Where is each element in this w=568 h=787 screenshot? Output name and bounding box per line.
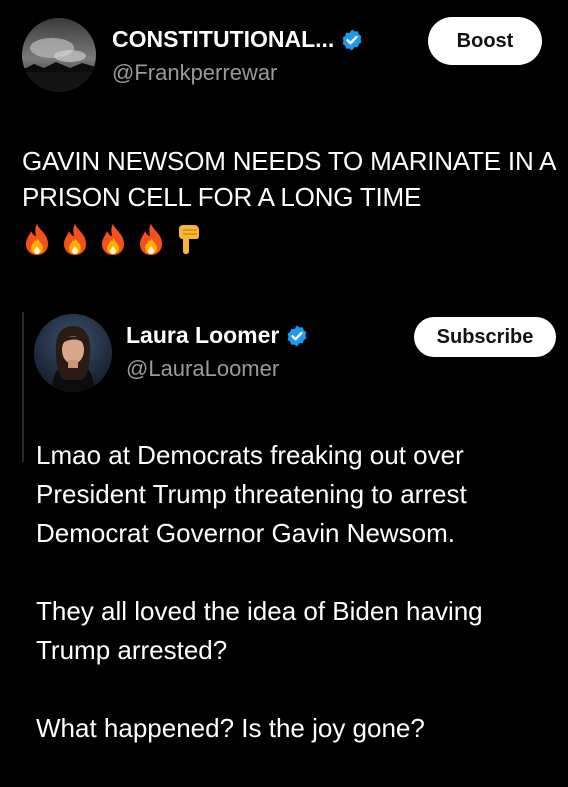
author-name-row: CONSTITUTIONAL...: [112, 26, 364, 53]
subscribe-button[interactable]: Subscribe: [414, 317, 556, 357]
quoted-author-display-name[interactable]: Laura Loomer: [126, 322, 279, 349]
quoted-author-name-row: Laura Loomer: [126, 322, 309, 349]
verified-badge-icon: [285, 324, 309, 348]
author-display-name[interactable]: CONSTITUTIONAL...: [112, 26, 334, 53]
author-handle[interactable]: @Frankperrewar: [112, 60, 277, 86]
quoted-post-text: Lmao at Democrats freaking out over Pres…: [36, 436, 561, 787]
post-text: GAVIN NEWSOM NEEDS TO MARINATE IN A PRIS…: [22, 146, 555, 212]
quoted-author-handle[interactable]: @LauraLoomer: [126, 356, 279, 382]
emoji-row: [22, 222, 204, 256]
pointing-down-icon: [174, 222, 204, 256]
post-card: CONSTITUTIONAL... @Frankperrewar Boost G…: [0, 0, 568, 778]
author-avatar[interactable]: [22, 18, 96, 92]
fire-icon: [60, 222, 90, 256]
quoted-post-paragraph: Lmao at Democrats freaking out over Pres…: [36, 440, 467, 548]
fire-icon: [98, 222, 128, 256]
boost-button[interactable]: Boost: [428, 17, 542, 65]
quoted-post-paragraph: They all loved the idea of Biden having …: [36, 596, 483, 665]
fire-icon: [22, 222, 52, 256]
quoted-author-avatar[interactable]: [34, 314, 112, 392]
quote-divider: [22, 312, 24, 462]
fire-icon: [136, 222, 166, 256]
verified-badge-icon: [340, 28, 364, 52]
quoted-post-paragraph: What happened? Is the joy gone?: [36, 713, 425, 743]
